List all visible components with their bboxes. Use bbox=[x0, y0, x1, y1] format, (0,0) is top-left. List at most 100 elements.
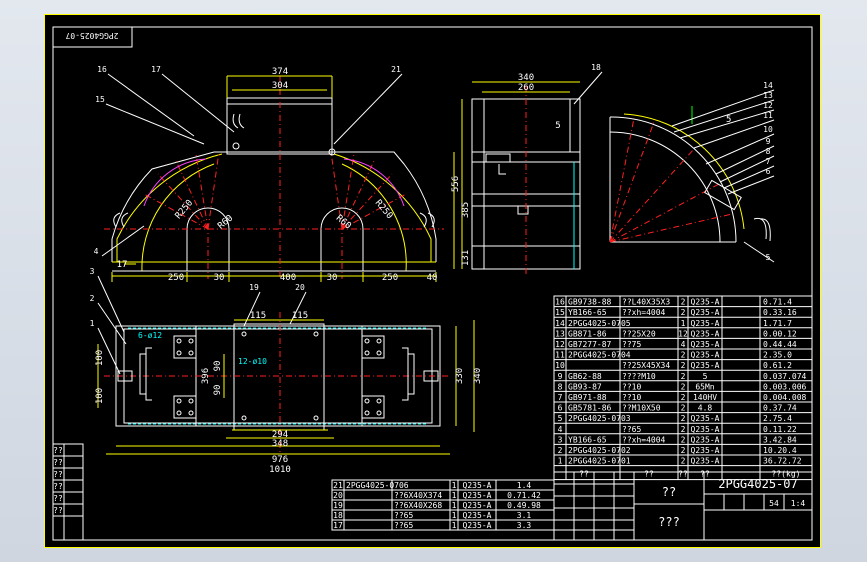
balloon-8: 8 bbox=[766, 147, 771, 156]
part-spec: ??xh=4004 bbox=[622, 435, 666, 444]
parts-header: ?? bbox=[678, 470, 688, 479]
drawing-canvas[interactable]: 2PGG4025-07 374 304 250 30 400 30 250 40… bbox=[44, 14, 821, 548]
scale-cell-ratio: 1:4 bbox=[791, 499, 806, 508]
lower-part-qty: 1 bbox=[452, 511, 457, 520]
parts-header: ?? bbox=[644, 470, 654, 479]
part-no: 10 bbox=[555, 361, 565, 370]
part-no: 8 bbox=[558, 382, 563, 391]
part-no: 9 bbox=[558, 372, 563, 381]
part-qty: 2 bbox=[681, 425, 686, 434]
dim-90-bottom: 90 bbox=[213, 385, 223, 396]
scale-cell-weight: 54 bbox=[769, 499, 779, 508]
part-material: 5 bbox=[703, 372, 708, 381]
part-code: GB62-88 bbox=[568, 372, 602, 381]
part-weight: 1.71.7 bbox=[763, 319, 792, 328]
part-no: 12 bbox=[555, 340, 565, 349]
part-material: Q235-A bbox=[691, 351, 720, 360]
balloon-9: 9 bbox=[766, 137, 771, 146]
dim-250-left: 250 bbox=[168, 273, 184, 283]
side-view bbox=[453, 81, 581, 276]
cad-viewport[interactable]: 2PGG4025-07 374 304 250 30 400 30 250 40… bbox=[0, 0, 867, 562]
part-no: 3 bbox=[558, 435, 563, 444]
part-material: Q235-A bbox=[691, 435, 720, 444]
balloon-14: 14 bbox=[763, 81, 773, 90]
dim-330: 330 bbox=[455, 368, 465, 384]
stamp-label: ?? bbox=[53, 482, 63, 491]
part-qty: 4 bbox=[681, 340, 686, 349]
balloon-2: 2 bbox=[90, 294, 95, 303]
lower-part-no: 19 bbox=[333, 501, 343, 510]
dim-260-side: 260 bbox=[518, 83, 534, 93]
dim-1010: 1010 bbox=[269, 465, 291, 475]
part-weight: 0.33.16 bbox=[763, 308, 797, 317]
part-material: Q235-A bbox=[691, 414, 720, 423]
part-spec: ??L40X35X3 bbox=[622, 298, 670, 307]
lower-part-spec: ??6X40X374 bbox=[394, 491, 442, 500]
part-code: GB871-86 bbox=[568, 329, 607, 338]
dim-374: 374 bbox=[272, 67, 288, 77]
part-no: 14 bbox=[555, 319, 565, 328]
dim-348: 348 bbox=[272, 439, 288, 449]
part-code: GB7277-87 bbox=[568, 340, 612, 349]
part-weight: 0.004.008 bbox=[763, 393, 807, 402]
parts-header: ?? bbox=[700, 470, 710, 479]
lower-parts-list: 21 2PGG4025-0706 1 Q235-A 1.4 20 ??6X40X374 1 Q2… bbox=[331, 479, 555, 531]
part-qty: 2 bbox=[681, 382, 686, 391]
part-material: 4.8 bbox=[698, 404, 713, 413]
dim-115-a: 115 bbox=[250, 311, 266, 321]
part-code: 2PGG4025-0704 bbox=[568, 351, 631, 360]
drawing-number: 2PGG4025-07 bbox=[718, 477, 797, 491]
part-material: Q235-A bbox=[691, 308, 720, 317]
lower-part-material: Q235-A bbox=[463, 521, 492, 530]
lower-part-weight: 0.71.42 bbox=[507, 491, 541, 500]
part-code: GB5781-86 bbox=[568, 404, 612, 413]
lower-part-no: 17 bbox=[333, 521, 343, 530]
balloon-10: 10 bbox=[763, 125, 773, 134]
part-weight: 3.42.84 bbox=[763, 435, 797, 444]
part-spec: ????M10 bbox=[622, 372, 656, 381]
part-weight: 0.71.4 bbox=[763, 298, 792, 307]
dim-400: 400 bbox=[280, 273, 296, 283]
part-material: Q235-A bbox=[691, 446, 720, 455]
dim-30-right: 30 bbox=[327, 273, 338, 283]
lower-part-material: Q235-A bbox=[463, 511, 492, 520]
lower-part-no: 18 bbox=[333, 511, 343, 520]
part-qty: 2 bbox=[681, 393, 686, 402]
part-qty: 2 bbox=[681, 351, 686, 360]
lower-part-code: 2PGG4025-0706 bbox=[346, 481, 409, 490]
balloon-16: 16 bbox=[97, 65, 107, 74]
stamp-label: ?? bbox=[53, 458, 63, 467]
dim-6-dia12: 6-ø12 bbox=[138, 331, 162, 340]
balloon-15: 15 bbox=[95, 95, 105, 104]
lower-part-weight: 0.49.98 bbox=[507, 501, 541, 510]
balloon-17: 17 bbox=[151, 65, 161, 74]
part-qty: 2 bbox=[681, 372, 686, 381]
balloon-19: 19 bbox=[249, 283, 259, 292]
dim-90-top: 90 bbox=[213, 361, 223, 372]
dim-340-side: 340 bbox=[518, 73, 534, 83]
dim-30-left: 30 bbox=[214, 273, 225, 283]
part-code: GB971-88 bbox=[568, 393, 607, 402]
balloon-5: 5 bbox=[766, 253, 771, 262]
balloon-20: 20 bbox=[295, 283, 305, 292]
stamp-label: ?? bbox=[53, 506, 63, 515]
part-no: 5 bbox=[558, 414, 563, 423]
subtitle-text: ??? bbox=[658, 515, 680, 529]
balloon-4: 4 bbox=[94, 247, 99, 256]
part-qty: 2 bbox=[681, 308, 686, 317]
lower-part-material: Q235-A bbox=[463, 501, 492, 510]
lower-part-weight: 3.3 bbox=[517, 521, 532, 530]
front-view bbox=[104, 75, 444, 282]
part-qty: 1 bbox=[681, 319, 686, 328]
balloon-6: 6 bbox=[766, 167, 771, 176]
dim-304: 304 bbox=[272, 81, 288, 91]
dim-17: 17 bbox=[117, 260, 128, 270]
part-material: Q235-A bbox=[691, 298, 720, 307]
balloon-21: 21 bbox=[391, 65, 401, 74]
part-no: 11 bbox=[555, 351, 565, 360]
part-material: Q235-A bbox=[691, 329, 720, 338]
part-no: 4 bbox=[558, 425, 563, 434]
part-weight: 10.20.4 bbox=[763, 446, 797, 455]
part-weight: 2.35.0 bbox=[763, 351, 792, 360]
part-material: Q235-A bbox=[691, 457, 720, 466]
